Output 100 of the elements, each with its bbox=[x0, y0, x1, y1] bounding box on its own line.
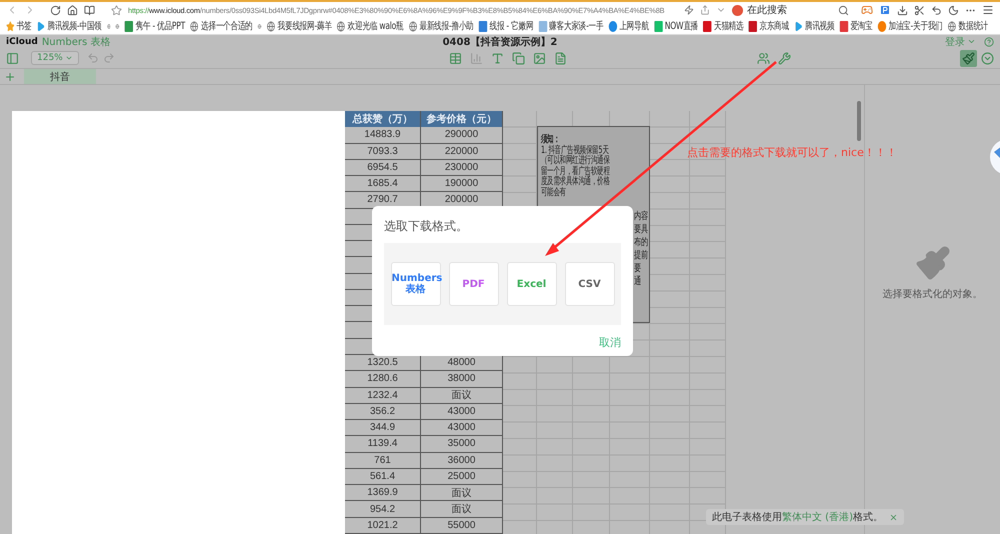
table-cell: 43000 bbox=[421, 404, 503, 420]
bookmark-item[interactable]: 数据统计 bbox=[948, 19, 988, 33]
settings-button[interactable] bbox=[776, 50, 793, 66]
bookmark-item[interactable]: 腾讯视频 bbox=[794, 19, 834, 33]
column-header: 总获赞（万） bbox=[345, 111, 421, 128]
table-cell: 344.9 bbox=[345, 420, 421, 436]
plus-icon bbox=[4, 71, 16, 83]
share-icon[interactable] bbox=[700, 5, 710, 15]
people-icon bbox=[756, 52, 770, 64]
note-text: 要具 bbox=[634, 224, 648, 235]
organize-button[interactable] bbox=[979, 50, 996, 66]
table-cell: 1021.2 bbox=[345, 518, 421, 534]
table-cell: 1232.4 bbox=[345, 388, 421, 404]
table-cell: 43000 bbox=[421, 420, 503, 436]
table-cell: 14883.9 bbox=[345, 127, 421, 144]
globe-icon bbox=[408, 20, 418, 32]
format-option[interactable]: Numbers 表格 bbox=[390, 262, 440, 306]
table-cell: 1685.4 bbox=[345, 176, 421, 192]
search-icon[interactable] bbox=[838, 4, 849, 16]
bookmark-item[interactable]: 线报 - 它嫩网 bbox=[478, 19, 534, 33]
shape-button[interactable] bbox=[510, 50, 527, 66]
home-icon[interactable] bbox=[67, 4, 78, 16]
bookmark-item[interactable]: 最新线报-撸小助 bbox=[408, 19, 474, 33]
play-icon bbox=[36, 20, 46, 32]
caret-icon bbox=[967, 37, 976, 46]
paintbrush-icon bbox=[914, 245, 950, 281]
bookmark-item[interactable]: 隽午 - 优品PPT bbox=[124, 19, 186, 33]
table-cell: 220000 bbox=[421, 144, 503, 160]
table-cell: 561.4 bbox=[345, 468, 421, 486]
help-icon[interactable] bbox=[984, 36, 994, 46]
product-name: Numbers 表格 bbox=[42, 36, 110, 48]
play-icon bbox=[794, 20, 803, 32]
bookmark-item[interactable]: 爱淘宝 bbox=[840, 19, 872, 33]
shape-icon bbox=[512, 52, 525, 64]
star-icon bbox=[6, 20, 14, 32]
table-cell: 38000 bbox=[421, 371, 503, 388]
menu-icon[interactable] bbox=[982, 4, 994, 16]
bookmark-item[interactable]: 上网导航 bbox=[608, 19, 649, 33]
brand-name: iCloud bbox=[6, 36, 38, 46]
reload-icon[interactable] bbox=[50, 4, 61, 16]
download-icon[interactable] bbox=[897, 4, 908, 16]
search-field[interactable]: 在此搜索 bbox=[732, 3, 832, 17]
bookmark-item[interactable]: 欢迎光临 walo瓶 bbox=[337, 19, 404, 33]
bookmark-item[interactable]: 选择一个合适的 bbox=[190, 19, 253, 33]
bookmark-item[interactable]: 书签 bbox=[6, 19, 32, 33]
reader-icon[interactable] bbox=[84, 4, 95, 16]
globe-icon bbox=[337, 20, 346, 32]
close-icon[interactable] bbox=[888, 512, 898, 522]
format-hint: 选择要格式化的对象。 bbox=[882, 288, 982, 301]
bookmark-item[interactable]: 我要线报网-薅羊 bbox=[266, 19, 332, 33]
table-cell: 761 bbox=[345, 452, 421, 469]
table-cell: 1139.4 bbox=[345, 436, 421, 453]
sheet-tab[interactable]: 抖音 bbox=[24, 69, 96, 84]
bookmark-item[interactable]: 赚客大家谈-一手 bbox=[538, 19, 604, 33]
table-cell: 面议 bbox=[421, 501, 503, 518]
column-header: 参考价格（元） bbox=[421, 111, 503, 128]
table-icon bbox=[448, 52, 462, 64]
globe-icon bbox=[190, 20, 199, 32]
paintbrush-icon bbox=[962, 52, 975, 64]
undo-icon[interactable] bbox=[931, 4, 942, 16]
notice-text: 此电子表格使用繁体中文 (香港)格式。 bbox=[712, 510, 883, 524]
parking-icon[interactable] bbox=[879, 4, 891, 16]
table-cell: 55000 bbox=[421, 518, 503, 534]
dialog-title: 选取下载格式。 bbox=[384, 218, 469, 235]
table-cell: 35000 bbox=[421, 436, 503, 453]
table-cell: 面议 bbox=[421, 485, 503, 502]
document-icon bbox=[554, 52, 567, 64]
wrench-icon bbox=[778, 52, 791, 64]
table-cell: 6954.5 bbox=[345, 160, 421, 176]
table-cell: 1280.6 bbox=[345, 371, 421, 388]
note-text: 通 bbox=[634, 276, 642, 287]
bookmark-item[interactable]: 加油宝-关于我们 bbox=[878, 19, 943, 33]
caret-icon bbox=[64, 54, 73, 62]
table-cell: 36000 bbox=[421, 452, 503, 469]
document-title: 0408【抖音资源示例】2 bbox=[442, 35, 558, 48]
table-cell: 190000 bbox=[421, 176, 503, 192]
bookmark-item[interactable]: 京东商城 bbox=[748, 19, 789, 33]
table-cell: 230000 bbox=[421, 160, 503, 176]
table-cell: 356.2 bbox=[345, 404, 421, 420]
moon-icon[interactable] bbox=[948, 4, 959, 16]
lightning-icon[interactable] bbox=[684, 5, 694, 15]
undo-icon bbox=[86, 52, 99, 64]
gamepad-icon[interactable] bbox=[861, 4, 873, 16]
scissors-icon[interactable] bbox=[914, 4, 925, 16]
format-option[interactable]: CSV bbox=[564, 262, 614, 306]
chart-icon bbox=[470, 52, 483, 64]
globe-icon bbox=[266, 20, 276, 32]
scroll-thumb[interactable] bbox=[857, 101, 861, 141]
bookmark-item[interactable]: 天猫精选 bbox=[703, 19, 744, 33]
bookmark-item[interactable]: NOW直播 bbox=[654, 19, 698, 33]
redo-icon bbox=[102, 52, 115, 64]
chevron-circle-icon bbox=[981, 52, 994, 64]
note-text: 须知： 1. 抖音广告视频保留5天（可以和网红进行沟通保留一个月，看广告软硬程度及需求具体沟通，价格可能会有 bbox=[541, 135, 611, 198]
table-cell: 290000 bbox=[421, 127, 503, 144]
format-button[interactable] bbox=[960, 50, 977, 66]
note-text: 布的 bbox=[634, 237, 648, 248]
star-icon[interactable] bbox=[111, 4, 122, 16]
annotation-text: 点击需要的格式下载就可以了，nice！！！ bbox=[687, 145, 897, 160]
sidebar-icon bbox=[6, 52, 19, 64]
bookmark-item[interactable]: 腾讯视频-中国领 bbox=[36, 19, 102, 33]
